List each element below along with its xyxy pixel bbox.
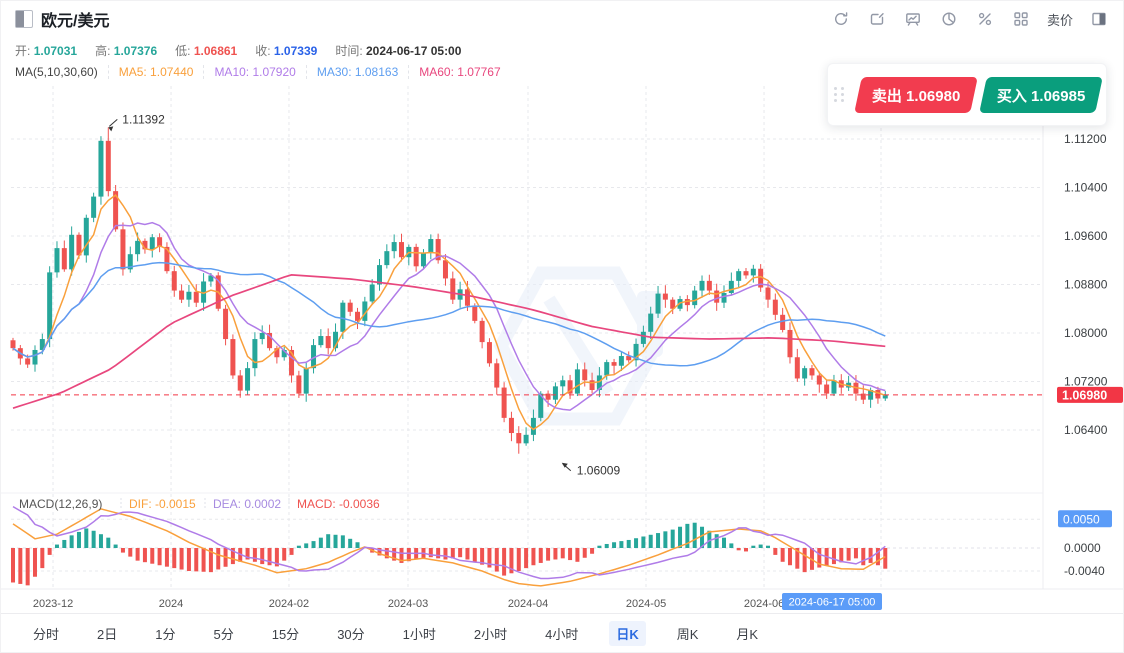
svg-text:2024-03: 2024-03	[388, 598, 428, 610]
timeframe-15分[interactable]: 15分	[265, 621, 306, 646]
close-label: 收:	[255, 44, 270, 58]
svg-text:1.10400: 1.10400	[1064, 181, 1108, 195]
timeframe-toolbar: 分时 2日 1分 5分 15分 30分 1小时 2小时 4小时日K 周K 月K	[1, 613, 1123, 652]
time-value: 2024-06-17 05:00	[366, 44, 461, 58]
grid-layout-icon[interactable]	[1011, 9, 1031, 29]
svg-text:2024-05: 2024-05	[626, 598, 666, 610]
svg-text:1.08800: 1.08800	[1064, 278, 1108, 292]
timeframe-30分[interactable]: 30分	[330, 621, 371, 646]
high-label: 高:	[95, 44, 110, 58]
time-label: 时间:	[335, 44, 362, 58]
svg-text:1.06400: 1.06400	[1064, 423, 1108, 437]
percent-icon[interactable]	[975, 9, 995, 29]
macd-header: MACD(12,26,9) DIF: -0.0015 DEA: 0.0002 MACD…	[19, 497, 380, 511]
time-axis[interactable]: 2023-12 2024 2024-02 2024-03 2024-04 2024-05 2…	[33, 593, 882, 610]
low-label: 低:	[175, 44, 190, 58]
split-view-icon[interactable]	[1089, 9, 1109, 29]
ma-value-1: MA5: 1.07440	[109, 65, 205, 79]
svg-text:2023-12: 2023-12	[33, 598, 73, 610]
ma-value-4: MA60: 1.07767	[409, 65, 510, 79]
candle-series	[11, 127, 888, 453]
macd-dea-line	[13, 507, 885, 579]
svg-text:2024: 2024	[159, 598, 183, 610]
svg-text:1.06980: 1.06980	[1062, 388, 1107, 402]
svg-text:1.07200: 1.07200	[1064, 375, 1108, 389]
high-value: 1.07376	[114, 44, 157, 58]
symbol-title: 欧元/美元	[41, 7, 109, 31]
timeframe-周K[interactable]: 周K	[670, 621, 706, 646]
svg-text:1.11392: 1.11392	[122, 112, 165, 126]
svg-text:MACD(12,26,9): MACD(12,26,9)	[19, 497, 102, 511]
sell-button-label: 卖出 1.06980	[872, 84, 960, 105]
open-label: 开:	[15, 44, 30, 58]
ma-indicator-row: MA(5,10,30,60)MA5: 1.07440MA10: 1.07920M…	[15, 63, 511, 81]
chart-grid	[11, 86, 1043, 589]
watermark-logo	[501, 273, 663, 419]
timeframe-1小时[interactable]: 1小时	[396, 621, 443, 646]
sell-price-toggle[interactable]: 卖价	[1047, 10, 1073, 29]
ma-params-label: MA(5,10,30,60)	[15, 65, 109, 79]
low-value: 1.06861	[194, 44, 237, 58]
trade-panel: 卖出 1.06980 买入 1.06985	[827, 63, 1107, 126]
titlebar: 欧元/美元 卖价	[1, 1, 1123, 37]
price-chart[interactable]: 1.06980 1.11200 1.10400 1.09600 1.08800 1.080…	[1, 81, 1124, 616]
close-value: 1.07339	[274, 44, 317, 58]
timeframe-4小时[interactable]: 4小时	[538, 621, 585, 646]
timeframe-5分[interactable]: 5分	[206, 621, 240, 646]
svg-text:0.0000: 0.0000	[1064, 541, 1101, 555]
drag-handle-icon[interactable]	[834, 87, 850, 102]
svg-text:DIF: -0.0015: DIF: -0.0015	[129, 497, 196, 511]
timeframe-分时[interactable]: 分时	[26, 621, 66, 646]
svg-text:0.0050: 0.0050	[1063, 512, 1100, 526]
timeframe-1分[interactable]: 1分	[148, 621, 182, 646]
svg-text:2024-06-17 05:00: 2024-06-17 05:00	[789, 597, 876, 609]
timeframe-2小时[interactable]: 2小时	[467, 621, 514, 646]
quote-row: 开: 1.07031 高: 1.07376 低: 1.06861 收: 1.07…	[15, 41, 461, 59]
svg-text:1.11200: 1.11200	[1064, 132, 1107, 146]
svg-text:2024-06: 2024-06	[744, 598, 784, 610]
open-value: 1.07031	[34, 44, 77, 58]
svg-text:2024-04: 2024-04	[508, 598, 548, 610]
symbol-panel-icon	[15, 10, 33, 28]
svg-text:-0.0040: -0.0040	[1064, 564, 1105, 578]
svg-text:MACD: -0.0036: MACD: -0.0036	[297, 497, 380, 511]
svg-text:1.09600: 1.09600	[1064, 229, 1108, 243]
svg-text:1.08000: 1.08000	[1064, 326, 1108, 340]
svg-text:DEA: 0.0002: DEA: 0.0002	[213, 497, 281, 511]
ma60-line	[13, 275, 885, 408]
svg-text:2024-02: 2024-02	[269, 598, 309, 610]
sell-button[interactable]: 卖出 1.06980	[854, 77, 978, 113]
ma-value-3: MA30: 1.08163	[307, 65, 409, 79]
timeframe-2日[interactable]: 2日	[90, 621, 124, 646]
timeframe-月K[interactable]: 月K	[729, 621, 765, 646]
indicator-board-icon[interactable]	[903, 9, 923, 29]
svg-text:1.06009: 1.06009	[577, 464, 621, 478]
timeframe-日K[interactable]: 日K	[609, 621, 645, 646]
trading-chart-app: 欧元/美元 卖价	[0, 0, 1124, 653]
chart-toolbar: 卖价	[831, 9, 1109, 29]
ma-value-2: MA10: 1.07920	[204, 65, 306, 79]
buy-button[interactable]: 买入 1.06985	[979, 77, 1103, 113]
refresh-icon[interactable]	[831, 9, 851, 29]
buy-button-label: 买入 1.06985	[997, 84, 1085, 105]
draw-icon[interactable]	[867, 9, 887, 29]
pie-chart-icon[interactable]	[939, 9, 959, 29]
ma5-line	[13, 195, 885, 429]
